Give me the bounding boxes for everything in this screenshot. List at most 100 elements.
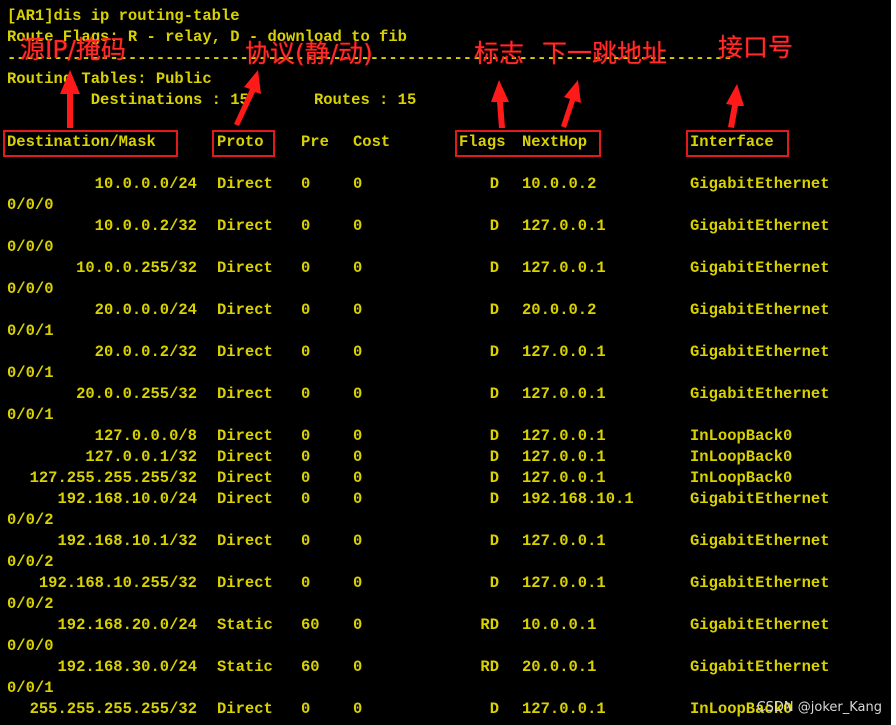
watermark: CSDN @joker_Kang [756,700,882,715]
cell-pre: 0 [301,343,311,361]
cell-pre: 0 [301,490,311,508]
cell-next: 127.0.0.1 [522,574,606,592]
cell-proto: Direct [217,532,273,550]
interface-continuation: 0/0/2 [7,511,54,529]
cell-dest: 20.0.0.0/24 [94,301,197,319]
cell-cost: 0 [353,658,363,676]
cell-iface: GigabitEthernet [690,385,830,403]
cell-iface: InLoopBack0 [690,427,793,445]
cell-flags: D [489,343,499,361]
cell-flags: D [489,469,499,487]
cell-flags: D [489,217,499,235]
cell-proto: Static [217,616,273,634]
cell-dest: 10.0.0.0/24 [94,175,197,193]
cell-dest: 192.168.10.255/32 [38,574,197,592]
table-row: 127.0.0.0/8 Direct 0 0 D 127.0.0.1 InLoopBack0 [7,426,887,447]
cell-proto: Direct [217,427,273,445]
table-row: 192.168.10.0/24 Direct 0 0 D 192.168.10.1 Giga… [7,489,887,510]
cell-proto: Static [217,658,273,676]
cell-cost: 0 [353,490,363,508]
cell-pre: 0 [301,427,311,445]
cell-dest: 127.255.255.255/32 [29,469,197,487]
cell-dest: 192.168.30.0/24 [57,658,197,676]
highlight-box-destination [3,130,178,157]
cell-proto: Direct [217,217,273,235]
cell-proto: Direct [217,343,273,361]
cell-pre: 0 [301,448,311,466]
cell-dest: 127.0.0.1/32 [85,448,197,466]
table-row: 10.0.0.2/32 Direct 0 0 D 127.0.0.1 GigabitEthe… [7,216,887,237]
cell-proto: Direct [217,469,273,487]
highlight-box-flags-nexthop [455,130,601,157]
interface-continuation: 0/0/1 [7,322,54,340]
header-cost: Cost [353,133,391,151]
cell-flags: D [489,532,499,550]
table-row: 10.0.0.255/32 Direct 0 0 D 127.0.0.1 GigabitEt… [7,258,887,279]
interface-continuation: 0/0/0 [7,637,54,655]
cell-next: 127.0.0.1 [522,427,606,445]
cell-dest: 192.168.10.0/24 [57,490,197,508]
cell-dest: 10.0.0.2/32 [94,217,197,235]
interface-continuation: 0/0/0 [7,196,54,214]
interface-continuation: 0/0/2 [7,553,54,571]
table-title: Routing Tables: Public [7,70,212,88]
cell-cost: 0 [353,448,363,466]
cell-iface: InLoopBack0 [690,469,793,487]
cell-dest: 10.0.0.255/32 [76,259,197,277]
interface-continuation: 0/0/2 [7,595,54,613]
annotation-interface: 接口号 [718,33,794,62]
arrow-up-icon [491,80,509,128]
interface-continuation: 0/0/1 [7,406,54,424]
table-row: 255.255.255.255/32 Direct 0 0 D 127.0.0.1 InLo… [7,699,887,720]
cell-dest: 192.168.20.0/24 [57,616,197,634]
cell-pre: 0 [301,574,311,592]
cell-pre: 0 [301,217,311,235]
cell-iface: GigabitEthernet [690,574,830,592]
table-row: 20.0.0.0/24 Direct 0 0 D 20.0.0.2 GigabitEther… [7,300,887,321]
cell-cost: 0 [353,427,363,445]
cell-iface: GigabitEthernet [690,343,830,361]
cell-flags: D [489,574,499,592]
cell-proto: Direct [217,259,273,277]
interface-continuation: 0/0/1 [7,364,54,382]
cell-pre: 0 [301,301,311,319]
cell-dest: 192.168.10.1/32 [57,532,197,550]
arrow-up-icon [60,70,80,128]
cell-flags: D [489,427,499,445]
table-row: 192.168.30.0/24 Static 60 0 RD 20.0.0.1 Gigabi… [7,657,887,678]
cell-next: 127.0.0.1 [522,532,606,550]
table-row: 20.0.0.2/32 Direct 0 0 D 127.0.0.1 GigabitEthe… [7,342,887,363]
cell-next: 20.0.0.2 [522,301,597,319]
cell-pre: 60 [301,658,320,676]
cell-flags: D [489,175,499,193]
cell-dest: 127.0.0.0/8 [94,427,197,445]
cell-dest: 20.0.0.255/32 [76,385,197,403]
interface-continuation: 0/0/1 [7,679,54,697]
cell-iface: GigabitEthernet [690,217,830,235]
cell-iface: GigabitEthernet [690,490,830,508]
cell-next: 192.168.10.1 [522,490,634,508]
annotation-nexthop: 下一跳地址 [542,39,668,68]
cell-next: 20.0.0.1 [522,658,597,676]
cell-flags: D [489,385,499,403]
highlight-box-interface [686,130,789,157]
terminal-window[interactable]: [AR1]dis ip routing-table Route Flags: R… [0,0,891,725]
arrow-up-icon [726,84,744,128]
cell-iface: GigabitEthernet [690,532,830,550]
cell-proto: Direct [217,385,273,403]
cell-iface: GigabitEthernet [690,301,830,319]
cell-next: 127.0.0.1 [522,700,606,718]
table-row: 127.255.255.255/32 Direct 0 0 D 127.0.0.1 InLo… [7,468,887,489]
cell-iface: InLoopBack0 [690,448,793,466]
cell-next: 10.0.0.2 [522,175,597,193]
cell-next: 127.0.0.1 [522,469,606,487]
cell-next: 10.0.0.1 [522,616,597,634]
cell-flags: D [489,448,499,466]
cell-proto: Direct [217,448,273,466]
cell-dest: 20.0.0.2/32 [94,343,197,361]
cell-flags: RD [480,658,499,676]
cell-proto: Direct [217,301,273,319]
cell-pre: 0 [301,700,311,718]
cell-iface: GigabitEthernet [690,259,830,277]
cell-next: 127.0.0.1 [522,259,606,277]
